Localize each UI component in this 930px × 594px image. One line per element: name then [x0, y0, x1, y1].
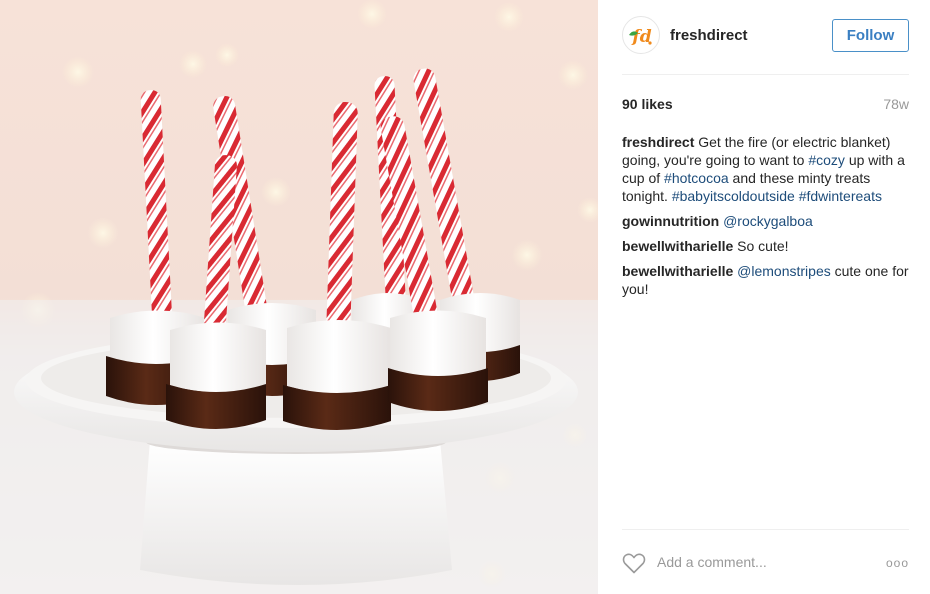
follow-button[interactable]: Follow — [832, 19, 909, 52]
hashtag-link[interactable]: #fdwintereats — [799, 188, 882, 204]
comment-item: bewellwitharielle So cute! — [622, 237, 909, 255]
post-age[interactable]: 78w — [883, 96, 909, 112]
account-username[interactable]: freshdirect — [670, 27, 748, 44]
mention-link[interactable]: @rockygalboa — [723, 213, 813, 229]
marshmallow-candy-cane-image — [0, 0, 598, 594]
post-header: fd freshdirect Follow — [622, 16, 909, 56]
hashtag-link[interactable]: #hotcocoa — [664, 170, 729, 186]
caption-username[interactable]: freshdirect — [622, 134, 694, 150]
comment-text: So cute! — [737, 238, 789, 254]
hashtag-link[interactable]: #babyitscoldoutside — [672, 188, 795, 204]
comment-item: bewellwitharielle @lemonstripes cute one… — [622, 262, 909, 298]
post-photo[interactable] — [0, 0, 598, 594]
add-comment-input[interactable]: Add a comment... — [657, 554, 767, 570]
comment-username[interactable]: bewellwitharielle — [622, 263, 733, 279]
comment-item: gowinnutrition @rockygalboa — [622, 212, 909, 230]
post-footer: Add a comment... ooo — [622, 551, 909, 577]
likes-count[interactable]: 90 likes — [622, 96, 673, 112]
comment-username[interactable]: bewellwitharielle — [622, 238, 733, 254]
freshdirect-logo-icon[interactable]: fd — [622, 16, 660, 54]
hashtag-link[interactable]: #cozy — [808, 152, 845, 168]
heart-icon[interactable] — [622, 552, 646, 574]
header-divider — [622, 74, 909, 75]
comments-list: freshdirect Get the fire (or electric bl… — [622, 133, 909, 305]
caption: freshdirect Get the fire (or electric bl… — [622, 133, 909, 205]
mention-link[interactable]: @lemonstripes — [737, 263, 831, 279]
footer-divider — [622, 529, 909, 530]
more-options-icon[interactable]: ooo — [886, 556, 909, 570]
svg-text:fd: fd — [631, 27, 651, 47]
comment-username[interactable]: gowinnutrition — [622, 213, 719, 229]
post-sidebar: fd freshdirect Follow 90 likes 78w fresh… — [598, 0, 930, 594]
